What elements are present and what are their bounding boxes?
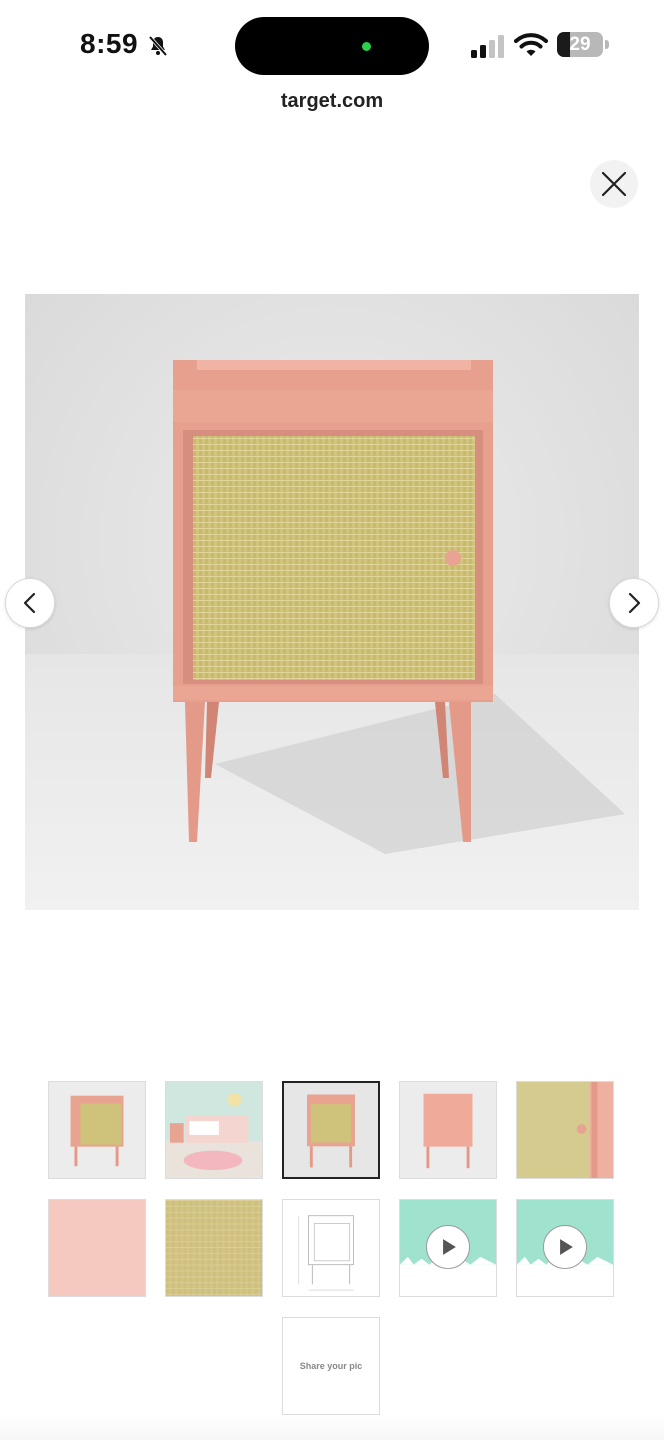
previous-image-button[interactable] xyxy=(5,578,55,628)
cellular-signal-icon xyxy=(471,35,504,58)
close-button[interactable] xyxy=(590,160,638,208)
silent-bell-icon xyxy=(148,35,168,57)
status-time: 8:59 xyxy=(80,28,139,59)
thumbnail-rattan-closeup[interactable] xyxy=(516,1081,614,1179)
camera-indicator-dot xyxy=(362,42,371,51)
main-product-image xyxy=(25,294,639,910)
close-icon xyxy=(601,171,627,197)
battery-tip xyxy=(605,40,609,49)
chevron-left-icon xyxy=(23,592,36,614)
thumbnail-video-1[interactable] xyxy=(399,1199,497,1297)
thumbnail-product-front[interactable] xyxy=(282,1081,380,1179)
thumbnail-product-back[interactable] xyxy=(399,1081,497,1179)
share-your-pic-button[interactable]: Share your pic xyxy=(282,1317,380,1415)
battery-indicator: 29 xyxy=(557,32,603,57)
thumbnail-room-scene[interactable] xyxy=(165,1081,263,1179)
thumbnail-dimension-drawing[interactable] xyxy=(282,1199,380,1297)
status-bar: 8:59 29 xyxy=(0,0,664,92)
dynamic-island xyxy=(235,17,429,75)
bottom-fade xyxy=(0,1414,664,1440)
thumbnail-video-2[interactable] xyxy=(516,1199,614,1297)
next-image-button[interactable] xyxy=(609,578,659,628)
chevron-right-icon xyxy=(628,592,641,614)
battery-level: 29 xyxy=(569,34,591,55)
wifi-icon xyxy=(514,33,548,56)
thumbnail-rattan-texture[interactable] xyxy=(165,1199,263,1297)
share-your-pic-label: Share your pic xyxy=(299,1361,363,1371)
thumbnail-color-swatch[interactable] xyxy=(48,1199,146,1297)
thumbnail-product-side[interactable] xyxy=(48,1081,146,1179)
browser-url[interactable]: target.com xyxy=(0,90,664,113)
